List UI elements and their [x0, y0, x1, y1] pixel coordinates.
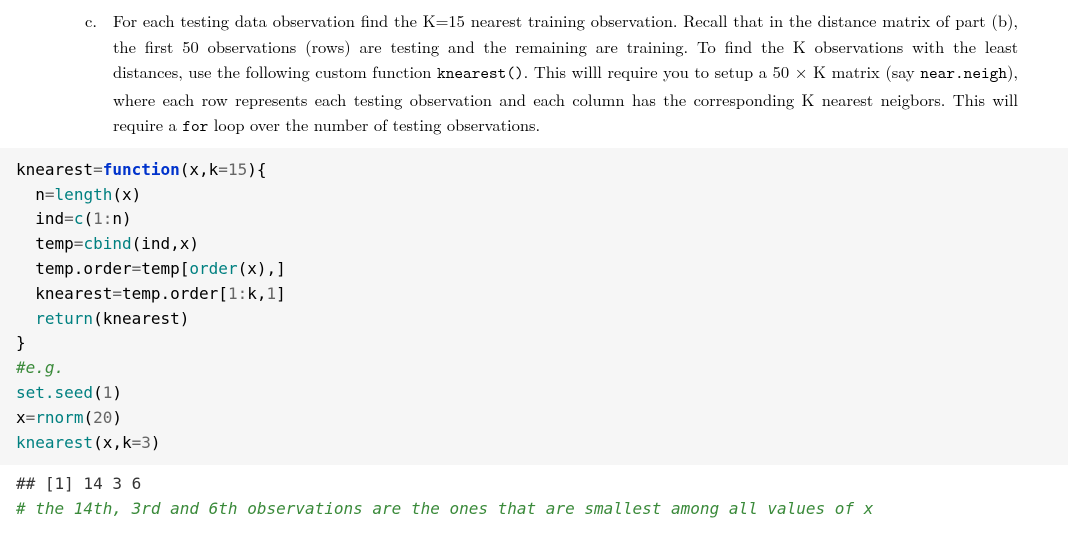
final-comment: # the 14th, 3rd and 6th observations are… — [0, 499, 1068, 526]
code-line: knearest=temp.order[1:k,1] — [16, 284, 286, 303]
code-comment: #e.g. — [16, 358, 64, 377]
question-marker: c. — [85, 8, 113, 34]
inline-code-knearest: knearest() — [437, 62, 524, 84]
code-line: } — [16, 333, 26, 352]
question-text-2: . This willl require you to setup a 50 ×… — [524, 59, 921, 83]
output-block: ## [1] 14 3 6 — [0, 465, 1068, 499]
code-line: knearest(x,k=3) — [16, 433, 161, 452]
inline-code-nearneigh: near.neigh — [920, 62, 1007, 84]
code-line: temp.order=temp[order(x),] — [16, 259, 286, 278]
inline-code-for: for — [182, 115, 208, 137]
question-text-4: loop over the number of testing observat… — [208, 112, 540, 136]
code-line: temp=cbind(ind,x) — [16, 234, 199, 253]
code-line: ind=c(1:n) — [16, 209, 132, 228]
code-line: x=rnorm(20) — [16, 408, 122, 427]
question-block: c. For each testing data observation fin… — [0, 0, 1068, 140]
code-line: return(knearest) — [16, 309, 189, 328]
question-body: For each testing data observation find t… — [113, 8, 1018, 140]
code-line: set.seed(1) — [16, 383, 122, 402]
code-line: n=length(x) — [16, 185, 141, 204]
code-block: knearest=function(x,k=15){ n=length(x) i… — [0, 148, 1068, 466]
code-line: knearest=function(x,k=15){ — [16, 160, 266, 179]
